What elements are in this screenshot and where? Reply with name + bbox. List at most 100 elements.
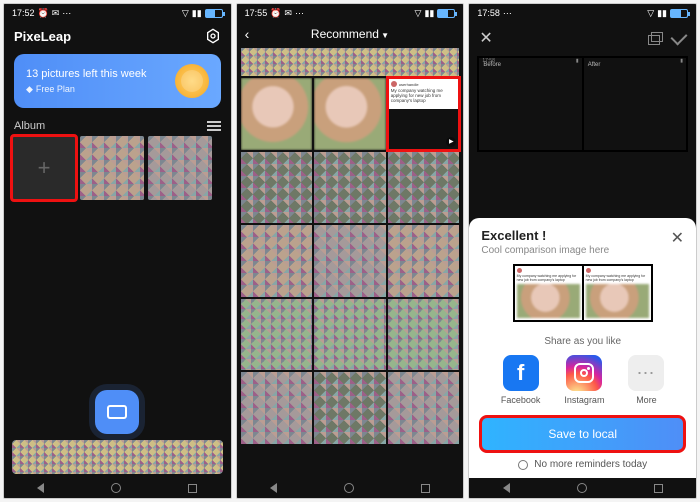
camera-button[interactable] [95, 390, 139, 434]
compare-before: 17:58▮ Before [479, 58, 581, 150]
screen-recommend-gallery: 17:55 ⏰ ✉ ⋯ ▽ ▮▮ ‹ Recommend userhandle … [236, 3, 465, 499]
play-icon: ▶ [446, 137, 456, 147]
album-row: + [4, 136, 231, 200]
grid-item[interactable] [314, 78, 386, 150]
status-chat-icon: ✉ [52, 8, 60, 19]
status-bar: 17:52 ⏰ ✉ ⋯ ▽ ▮▮ [4, 4, 231, 22]
avatar-icon [517, 268, 522, 273]
status-more-icon: ⋯ [295, 8, 305, 19]
nav-home-icon[interactable] [577, 483, 587, 493]
android-nav-bar [237, 478, 464, 498]
image-grid: userhandle My company watching me applyi… [237, 78, 464, 444]
grid-item[interactable] [314, 225, 386, 297]
status-signal-icon: ▮▮ [657, 8, 667, 19]
status-more-icon: ⋯ [62, 8, 72, 19]
sheet-close-icon[interactable]: ✕ [671, 228, 684, 248]
reminder-toggle[interactable]: No more reminders today [481, 459, 684, 470]
grid-item[interactable] [314, 299, 386, 371]
share-facebook[interactable]: f Facebook [501, 355, 541, 405]
grid-item[interactable] [241, 299, 313, 371]
gallery-header: ‹ Recommend [237, 22, 464, 46]
nav-back-icon[interactable] [270, 483, 277, 493]
before-label: Before [483, 62, 501, 68]
status-signal-icon: ▮▮ [192, 8, 202, 19]
banner-text: 13 pictures left this week [26, 68, 146, 80]
instagram-icon [566, 355, 602, 391]
screen-save-share: 17:58 ⋯ ▽ ▮▮ ✕ 17:58▮ Before ▮ After Exc… [468, 3, 697, 499]
nav-home-icon[interactable] [344, 483, 354, 493]
meme-caption: My company watching me applying for new … [391, 89, 457, 104]
screen-pixeleap-home: 17:52 ⏰ ✉ ⋯ ▽ ▮▮ PixeLeap 13 pictures le… [3, 3, 232, 499]
grid-item[interactable] [388, 299, 460, 371]
ad-strip[interactable] [12, 440, 223, 474]
nav-recents-icon[interactable] [654, 484, 663, 493]
share-sheet: Excellent ! Cool comparison image here ✕… [469, 218, 696, 478]
android-nav-bar [469, 478, 696, 498]
status-alarm-icon: ⏰ [270, 8, 281, 19]
android-nav-bar [4, 478, 231, 498]
before-after-compare: 17:58▮ Before ▮ After [477, 56, 688, 152]
status-bar: 17:55 ⏰ ✉ ⋯ ▽ ▮▮ [237, 4, 464, 22]
nav-recents-icon[interactable] [188, 484, 197, 493]
grid-item[interactable] [388, 152, 460, 224]
album-label: Album [14, 120, 45, 132]
promo-banner[interactable] [241, 48, 460, 76]
nav-back-icon[interactable] [37, 483, 44, 493]
sheet-title: Excellent ! [481, 228, 609, 243]
share-heading: Share as you like [481, 336, 684, 347]
nav-home-icon[interactable] [111, 483, 121, 493]
album-header: Album [4, 112, 231, 136]
share-instagram[interactable]: Instagram [564, 355, 604, 405]
save-to-local-button[interactable]: Save to local [481, 417, 684, 451]
share-more[interactable]: ⋯ More [628, 355, 664, 405]
status-chat-icon: ✉ [284, 8, 292, 19]
back-icon[interactable]: ‹ [245, 26, 250, 42]
more-icon: ⋯ [628, 355, 664, 391]
grid-item[interactable] [314, 152, 386, 224]
share-row: f Facebook Instagram ⋯ More [481, 355, 684, 405]
app-header: PixeLeap [4, 22, 231, 50]
confirm-icon[interactable] [671, 29, 688, 46]
grid-item[interactable] [241, 152, 313, 224]
preview-before: My company watching me applying for new … [515, 266, 582, 320]
album-thumb[interactable] [148, 136, 212, 200]
radio-icon [518, 460, 528, 470]
avatar-icon [391, 81, 397, 87]
grid-item[interactable] [388, 225, 460, 297]
plan-dot-icon: ◆ [26, 84, 33, 95]
status-battery-icon [437, 9, 455, 18]
status-battery-icon [205, 9, 223, 18]
after-label: After [588, 62, 601, 68]
preview-after: My company watching me applying for new … [584, 266, 651, 320]
grid-item[interactable] [314, 372, 386, 444]
close-icon[interactable]: ✕ [479, 28, 492, 48]
nav-recents-icon[interactable] [421, 484, 430, 493]
status-wifi-icon: ▽ [647, 8, 654, 19]
grid-item[interactable] [241, 225, 313, 297]
status-alarm-icon: ⏰ [38, 8, 49, 19]
grid-item[interactable] [241, 78, 313, 150]
quota-banner[interactable]: 13 pictures left this week ◆ Free Plan [14, 54, 221, 108]
status-time: 17:52 [12, 8, 35, 18]
category-dropdown[interactable]: Recommend [311, 27, 389, 41]
camera-icon [107, 405, 127, 419]
grid-item[interactable] [241, 372, 313, 444]
editor-toolbar: ✕ [469, 22, 696, 54]
status-wifi-icon: ▽ [182, 8, 189, 19]
plan-chip: ◆ Free Plan [26, 84, 146, 95]
compare-after: ▮ After [584, 58, 686, 150]
nav-back-icon[interactable] [503, 483, 510, 493]
app-title: PixeLeap [14, 29, 71, 44]
status-more-icon: ⋯ [503, 8, 513, 19]
status-bar: 17:58 ⋯ ▽ ▮▮ [469, 4, 696, 22]
facebook-icon: f [503, 355, 539, 391]
avatar-icon [586, 268, 591, 273]
add-photo-tile[interactable]: + [12, 136, 76, 200]
grid-item-meme[interactable]: userhandle My company watching me applyi… [388, 78, 460, 150]
album-thumb[interactable] [80, 136, 144, 200]
sheet-subtitle: Cool comparison image here [481, 245, 609, 256]
compare-layout-icon[interactable] [648, 32, 662, 44]
settings-icon[interactable] [205, 28, 221, 44]
list-view-icon[interactable] [207, 121, 221, 131]
grid-item[interactable] [388, 372, 460, 444]
